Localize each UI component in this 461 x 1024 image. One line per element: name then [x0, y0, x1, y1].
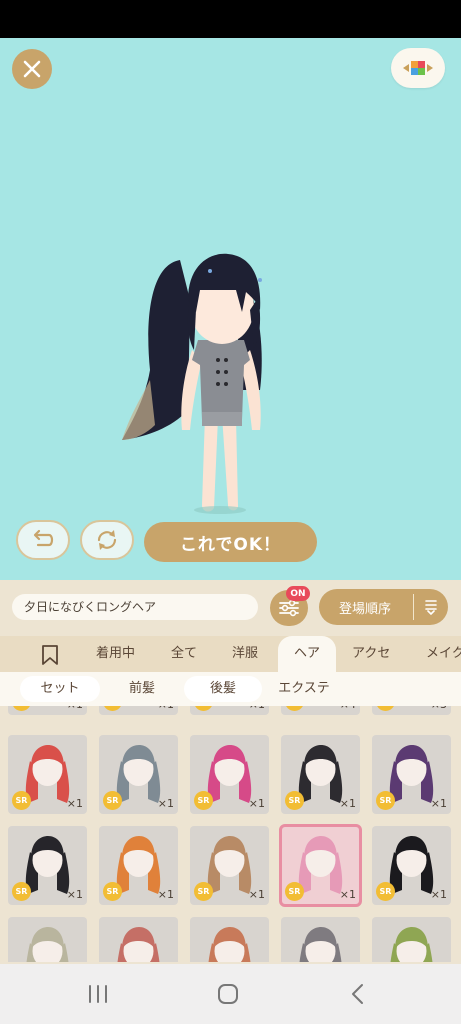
hair-item-partial[interactable] [190, 917, 269, 962]
rotate-button[interactable] [80, 520, 134, 560]
tab-hair[interactable]: ヘア [278, 636, 336, 672]
rarity-badge: SR [376, 882, 395, 901]
rarity-badge: SR [12, 706, 31, 711]
hair-item-partial[interactable] [281, 917, 360, 962]
item-quantity: ×1 [66, 797, 83, 810]
hair-item-top-1[interactable]: SR ×1 [8, 706, 87, 715]
subcategory-tabs: セット 前髪 後髪 エクステ [0, 672, 461, 706]
item-quantity: ×1 [339, 797, 356, 810]
sliders-icon [279, 599, 299, 617]
subtab-bangs[interactable]: 前髪 [104, 676, 180, 702]
item-quantity: ×1 [67, 706, 83, 711]
category-tabs: 着用中 全て 洋服 ヘア アクセ メイク [0, 636, 461, 672]
item-quantity: ×1 [249, 706, 265, 711]
palette-icon [403, 61, 433, 75]
item-quantity: ×1 [158, 706, 174, 711]
rarity-badge: SR [12, 882, 31, 901]
hair-preview-icon [390, 927, 433, 962]
item-quantity: ×1 [157, 797, 174, 810]
hair-item[interactable]: SR ×1 [99, 735, 178, 814]
rarity-badge: SR [103, 706, 122, 711]
system-nav-bar [0, 964, 461, 1024]
rarity-badge: SR [103, 791, 122, 810]
undo-button[interactable] [16, 520, 70, 560]
recent-apps-button[interactable] [78, 978, 118, 1010]
hair-item-top-3[interactable]: SR ×1 [190, 706, 269, 715]
hair-item-partial[interactable] [372, 917, 451, 962]
rarity-badge: SR [194, 791, 213, 810]
sort-list-icon [414, 599, 448, 615]
hair-item-top-5[interactable]: SR ×3 [372, 706, 451, 715]
item-quantity: ×1 [248, 888, 265, 901]
hair-item-partial[interactable] [99, 917, 178, 962]
subtab-extension[interactable]: エクステ [264, 676, 344, 702]
rarity-badge: SR [194, 882, 213, 901]
home-icon [218, 984, 238, 1004]
rarity-badge: SR [285, 791, 304, 810]
hair-item[interactable]: SR ×1 [8, 735, 87, 814]
item-quantity: ×3 [431, 706, 447, 711]
rarity-badge: SR [12, 791, 31, 810]
item-name-display: 夕日になびくロングヘア [12, 594, 258, 620]
sort-label: 登場順序 [339, 601, 392, 617]
tab-wearing[interactable]: 着用中 [96, 636, 135, 672]
item-quantity: ×1 [66, 888, 83, 901]
back-button[interactable] [338, 978, 378, 1010]
hair-preview-icon [117, 927, 160, 962]
recent-apps-icon [89, 985, 107, 1003]
rarity-badge: SR [103, 882, 122, 901]
back-icon [352, 984, 363, 1004]
hair-item[interactable]: SR ×1 [372, 826, 451, 905]
rarity-badge: SR [285, 882, 304, 901]
hair-item[interactable]: SR ×1 [372, 735, 451, 814]
avatar-figure [122, 253, 262, 514]
item-quantity: ×4 [340, 706, 356, 711]
confirm-ok-button[interactable]: これでOK！ [144, 522, 317, 562]
rarity-badge: SR [376, 706, 395, 711]
item-quantity: ×1 [339, 888, 356, 901]
hair-item-partial[interactable] [8, 917, 87, 962]
rarity-badge: SR [285, 706, 304, 711]
item-quantity: ×1 [430, 797, 447, 810]
item-quantity: ×1 [157, 888, 174, 901]
hair-item[interactable]: SR ×1 [281, 735, 360, 814]
close-icon [23, 60, 41, 78]
filter-on-badge: ON [286, 586, 310, 601]
color-palette-button[interactable] [391, 48, 445, 88]
hair-item[interactable]: SR ×1 [279, 824, 362, 907]
undo-icon [33, 529, 54, 547]
hair-item[interactable]: SR ×1 [8, 826, 87, 905]
home-button[interactable] [208, 978, 248, 1010]
rarity-badge: SR [376, 791, 395, 810]
status-bar [0, 0, 461, 38]
close-button[interactable] [12, 49, 52, 89]
subtab-back-hair[interactable]: 後髪 [184, 676, 262, 702]
hair-item-top-2[interactable]: SR ×1 [99, 706, 178, 715]
hair-preview-icon [26, 927, 69, 962]
hair-item[interactable]: SR ×1 [190, 735, 269, 814]
rarity-badge: SR [194, 706, 213, 711]
tab-all[interactable]: 全て [171, 636, 197, 672]
hair-preview-icon [208, 927, 251, 962]
hair-item-top-4[interactable]: SR ×4 [281, 706, 360, 715]
tab-clothes[interactable]: 洋服 [232, 636, 258, 672]
rotate-icon [97, 530, 117, 550]
hair-item[interactable]: SR ×1 [190, 826, 269, 905]
hair-preview-icon [299, 927, 342, 962]
bookmark-icon[interactable] [40, 644, 60, 670]
sort-order-button[interactable]: 登場順序 [319, 589, 448, 625]
tab-makeup[interactable]: メイク [426, 636, 461, 672]
tab-accessories[interactable]: アクセ [352, 636, 390, 672]
hair-item[interactable]: SR ×1 [99, 826, 178, 905]
item-grid: SR ×1 SR ×1 SR ×1 SR ×4 SR ×3 SR×1SR×1SR… [0, 706, 461, 962]
item-quantity: ×1 [248, 797, 265, 810]
subtab-set[interactable]: セット [20, 676, 100, 702]
item-quantity: ×1 [430, 888, 447, 901]
